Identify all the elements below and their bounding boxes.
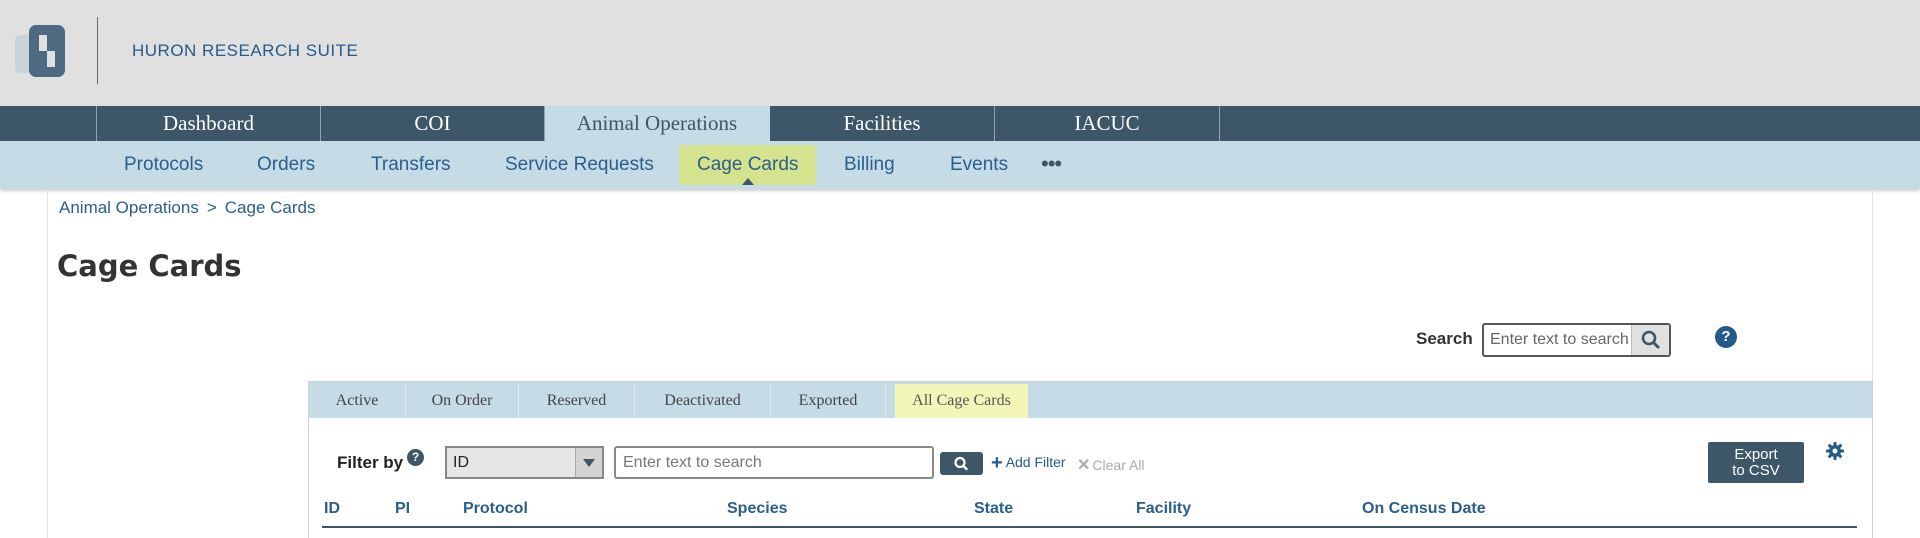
filter-by-label: Filter by: [337, 453, 404, 472]
main-nav-tab-iacuc[interactable]: IACUC: [995, 106, 1220, 141]
filter-input-box: [614, 446, 934, 479]
breadcrumb-link-animal-operations[interactable]: Animal Operations: [59, 198, 199, 217]
column-header-id[interactable]: ID: [324, 500, 340, 518]
column-header-state[interactable]: State: [974, 500, 1013, 518]
sub-nav-item-cage-cards[interactable]: Cage Cards: [679, 145, 817, 185]
tab-all-cage-cards[interactable]: All Cage Cards: [895, 384, 1028, 418]
panel-tab-bar: Active On Order Reserved Deactivated Exp…: [309, 382, 1872, 418]
huron-logo-icon[interactable]: [15, 25, 65, 77]
brand-name: HURON RESEARCH SUITE: [132, 41, 359, 60]
search-icon: [954, 456, 968, 471]
export-csv-button[interactable]: Export to CSV: [1708, 442, 1804, 483]
column-header-facility[interactable]: Facility: [1136, 500, 1191, 518]
tab-active[interactable]: Active: [309, 384, 406, 418]
table-header-rule: [322, 526, 1857, 528]
sub-nav-item-protocols[interactable]: Protocols: [106, 145, 221, 185]
breadcrumb-separator: >: [206, 198, 217, 217]
sub-nav-item-orders[interactable]: Orders: [239, 145, 333, 185]
tab-on-order[interactable]: On Order: [406, 384, 519, 418]
search-label: Search: [1416, 329, 1473, 348]
tab-reserved[interactable]: Reserved: [519, 384, 635, 418]
filter-help-icon[interactable]: ?: [407, 449, 424, 466]
search-icon: [1641, 330, 1660, 349]
main-nav-tab-facilities[interactable]: Facilities: [770, 106, 995, 141]
clear-all-label: Clear All: [1092, 457, 1145, 473]
main-nav: Dashboard COI Animal Operations Faciliti…: [0, 106, 1920, 141]
chevron-down-icon[interactable]: [575, 448, 602, 477]
add-filter-link[interactable]: + Add Filter: [991, 453, 1066, 473]
column-header-pi[interactable]: PI: [395, 500, 410, 518]
main-nav-tab-coi[interactable]: COI: [321, 106, 545, 141]
brand-divider: [97, 17, 98, 84]
help-icon[interactable]: ?: [1715, 326, 1737, 348]
column-header-on-census-date[interactable]: On Census Date: [1362, 500, 1486, 518]
tab-exported[interactable]: Exported: [771, 384, 886, 418]
filter-field-select[interactable]: ID: [445, 446, 604, 479]
sub-nav-item-transfers[interactable]: Transfers: [353, 145, 469, 185]
main-nav-tab-animal-operations[interactable]: Animal Operations: [545, 106, 770, 141]
gear-icon[interactable]: [1825, 441, 1845, 461]
breadcrumb-link-cage-cards[interactable]: Cage Cards: [225, 198, 316, 217]
column-header-species[interactable]: Species: [727, 500, 787, 518]
more-menu-icon[interactable]: •••: [1041, 145, 1062, 185]
search-input[interactable]: [1490, 328, 1630, 352]
sub-nav-item-events[interactable]: Events: [932, 145, 1026, 185]
column-header-protocol[interactable]: Protocol: [463, 500, 528, 518]
plus-icon: +: [991, 452, 1003, 474]
add-filter-label: Add Filter: [1005, 454, 1066, 470]
breadcrumb: Animal Operations > Cage Cards: [59, 198, 316, 218]
sub-nav-item-billing[interactable]: Billing: [826, 145, 913, 185]
tab-deactivated[interactable]: Deactivated: [635, 384, 771, 418]
search-box: [1482, 323, 1671, 357]
main-nav-tab-dashboard[interactable]: Dashboard: [96, 106, 321, 141]
export-label-line2: to CSV: [1732, 462, 1780, 479]
filter-input[interactable]: [623, 453, 923, 473]
page-title: Cage Cards: [57, 249, 242, 283]
filter-field-value: ID: [453, 454, 469, 471]
search-button[interactable]: [1631, 325, 1669, 355]
close-icon: ✕: [1077, 457, 1091, 474]
clear-all-link[interactable]: ✕ Clear All: [1077, 455, 1145, 475]
sub-nav-item-service-requests[interactable]: Service Requests: [487, 145, 672, 185]
filter-search-button[interactable]: [940, 452, 983, 475]
export-label-line1: Export: [1734, 446, 1778, 463]
brand-header: HURON RESEARCH SUITE: [0, 0, 1920, 106]
sub-nav: Protocols Orders Transfers Service Reque…: [0, 141, 1920, 189]
